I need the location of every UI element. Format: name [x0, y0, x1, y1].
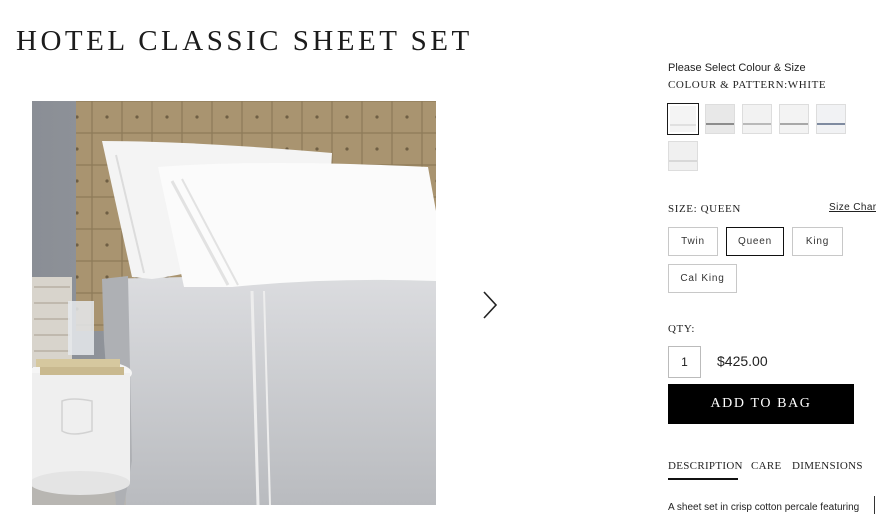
size-label: SIZE: QUEEN [668, 203, 741, 215]
size-twin-button[interactable]: Twin [668, 227, 718, 256]
product-options-panel: Please Select Colour & Size COLOUR & PAT… [667, 0, 876, 517]
quantity-input[interactable]: 1 [668, 346, 701, 378]
product-image [32, 101, 436, 505]
swatch-silver[interactable] [742, 104, 772, 134]
active-tab-indicator [668, 478, 738, 480]
selection-prompt: Please Select Colour & Size [668, 62, 806, 74]
swatch-pearl[interactable] [779, 104, 809, 134]
size-cal-king-button[interactable]: Cal King [668, 264, 737, 293]
swatch-grey[interactable] [705, 104, 735, 134]
price: $425.00 [717, 353, 768, 369]
tab-care[interactable]: CARE [751, 460, 782, 472]
size-chart-link[interactable]: Size Char [829, 202, 876, 213]
chevron-right-icon[interactable] [478, 288, 502, 322]
product-title: HOTEL CLASSIC SHEET SET [16, 25, 473, 58]
scroll-indicator [874, 496, 875, 514]
add-to-bag-button[interactable]: ADD TO BAG [668, 384, 854, 424]
colour-label: COLOUR & PATTERN:WHITE [668, 79, 827, 91]
tab-dimensions[interactable]: DIMENSIONS [792, 460, 863, 472]
product-description: A sheet set in crisp cotton percale feat… [668, 502, 860, 513]
swatch-white[interactable] [667, 103, 699, 135]
qty-label: QTY: [668, 323, 696, 335]
swatch-blue[interactable] [816, 104, 846, 134]
tab-description[interactable]: DESCRIPTION [668, 460, 743, 472]
swatch-ivory[interactable] [668, 141, 698, 171]
size-queen-button[interactable]: Queen [726, 227, 784, 256]
size-king-button[interactable]: King [792, 227, 843, 256]
